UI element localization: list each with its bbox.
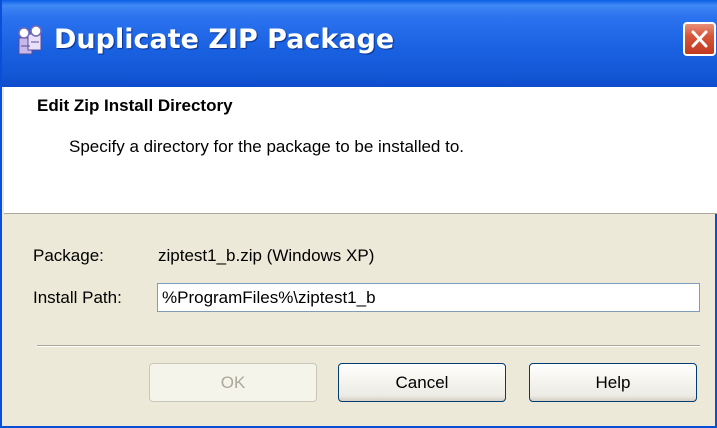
- close-icon: [691, 30, 708, 48]
- package-label: Package:: [33, 246, 104, 265]
- install-path-input[interactable]: [157, 283, 700, 312]
- duplicate-zip-package-dialog: Duplicate ZIP Package Edit Zip Install D…: [0, 0, 717, 428]
- title-bar[interactable]: Duplicate ZIP Package: [2, 0, 717, 87]
- install-path-label: Install Path:: [33, 288, 122, 307]
- close-button[interactable]: [683, 22, 716, 56]
- separator: [37, 345, 700, 347]
- ok-button[interactable]: OK: [149, 363, 317, 402]
- package-icon: [16, 24, 46, 60]
- package-value: ziptest1_b.zip (Windows XP): [158, 246, 375, 265]
- page-description: Specify a directory for the package to b…: [69, 137, 465, 156]
- help-button[interactable]: Help: [529, 363, 697, 402]
- window-title: Duplicate ZIP Package: [54, 24, 395, 55]
- page-title: Edit Zip Install Directory: [37, 96, 233, 115]
- cancel-button[interactable]: Cancel: [338, 363, 506, 402]
